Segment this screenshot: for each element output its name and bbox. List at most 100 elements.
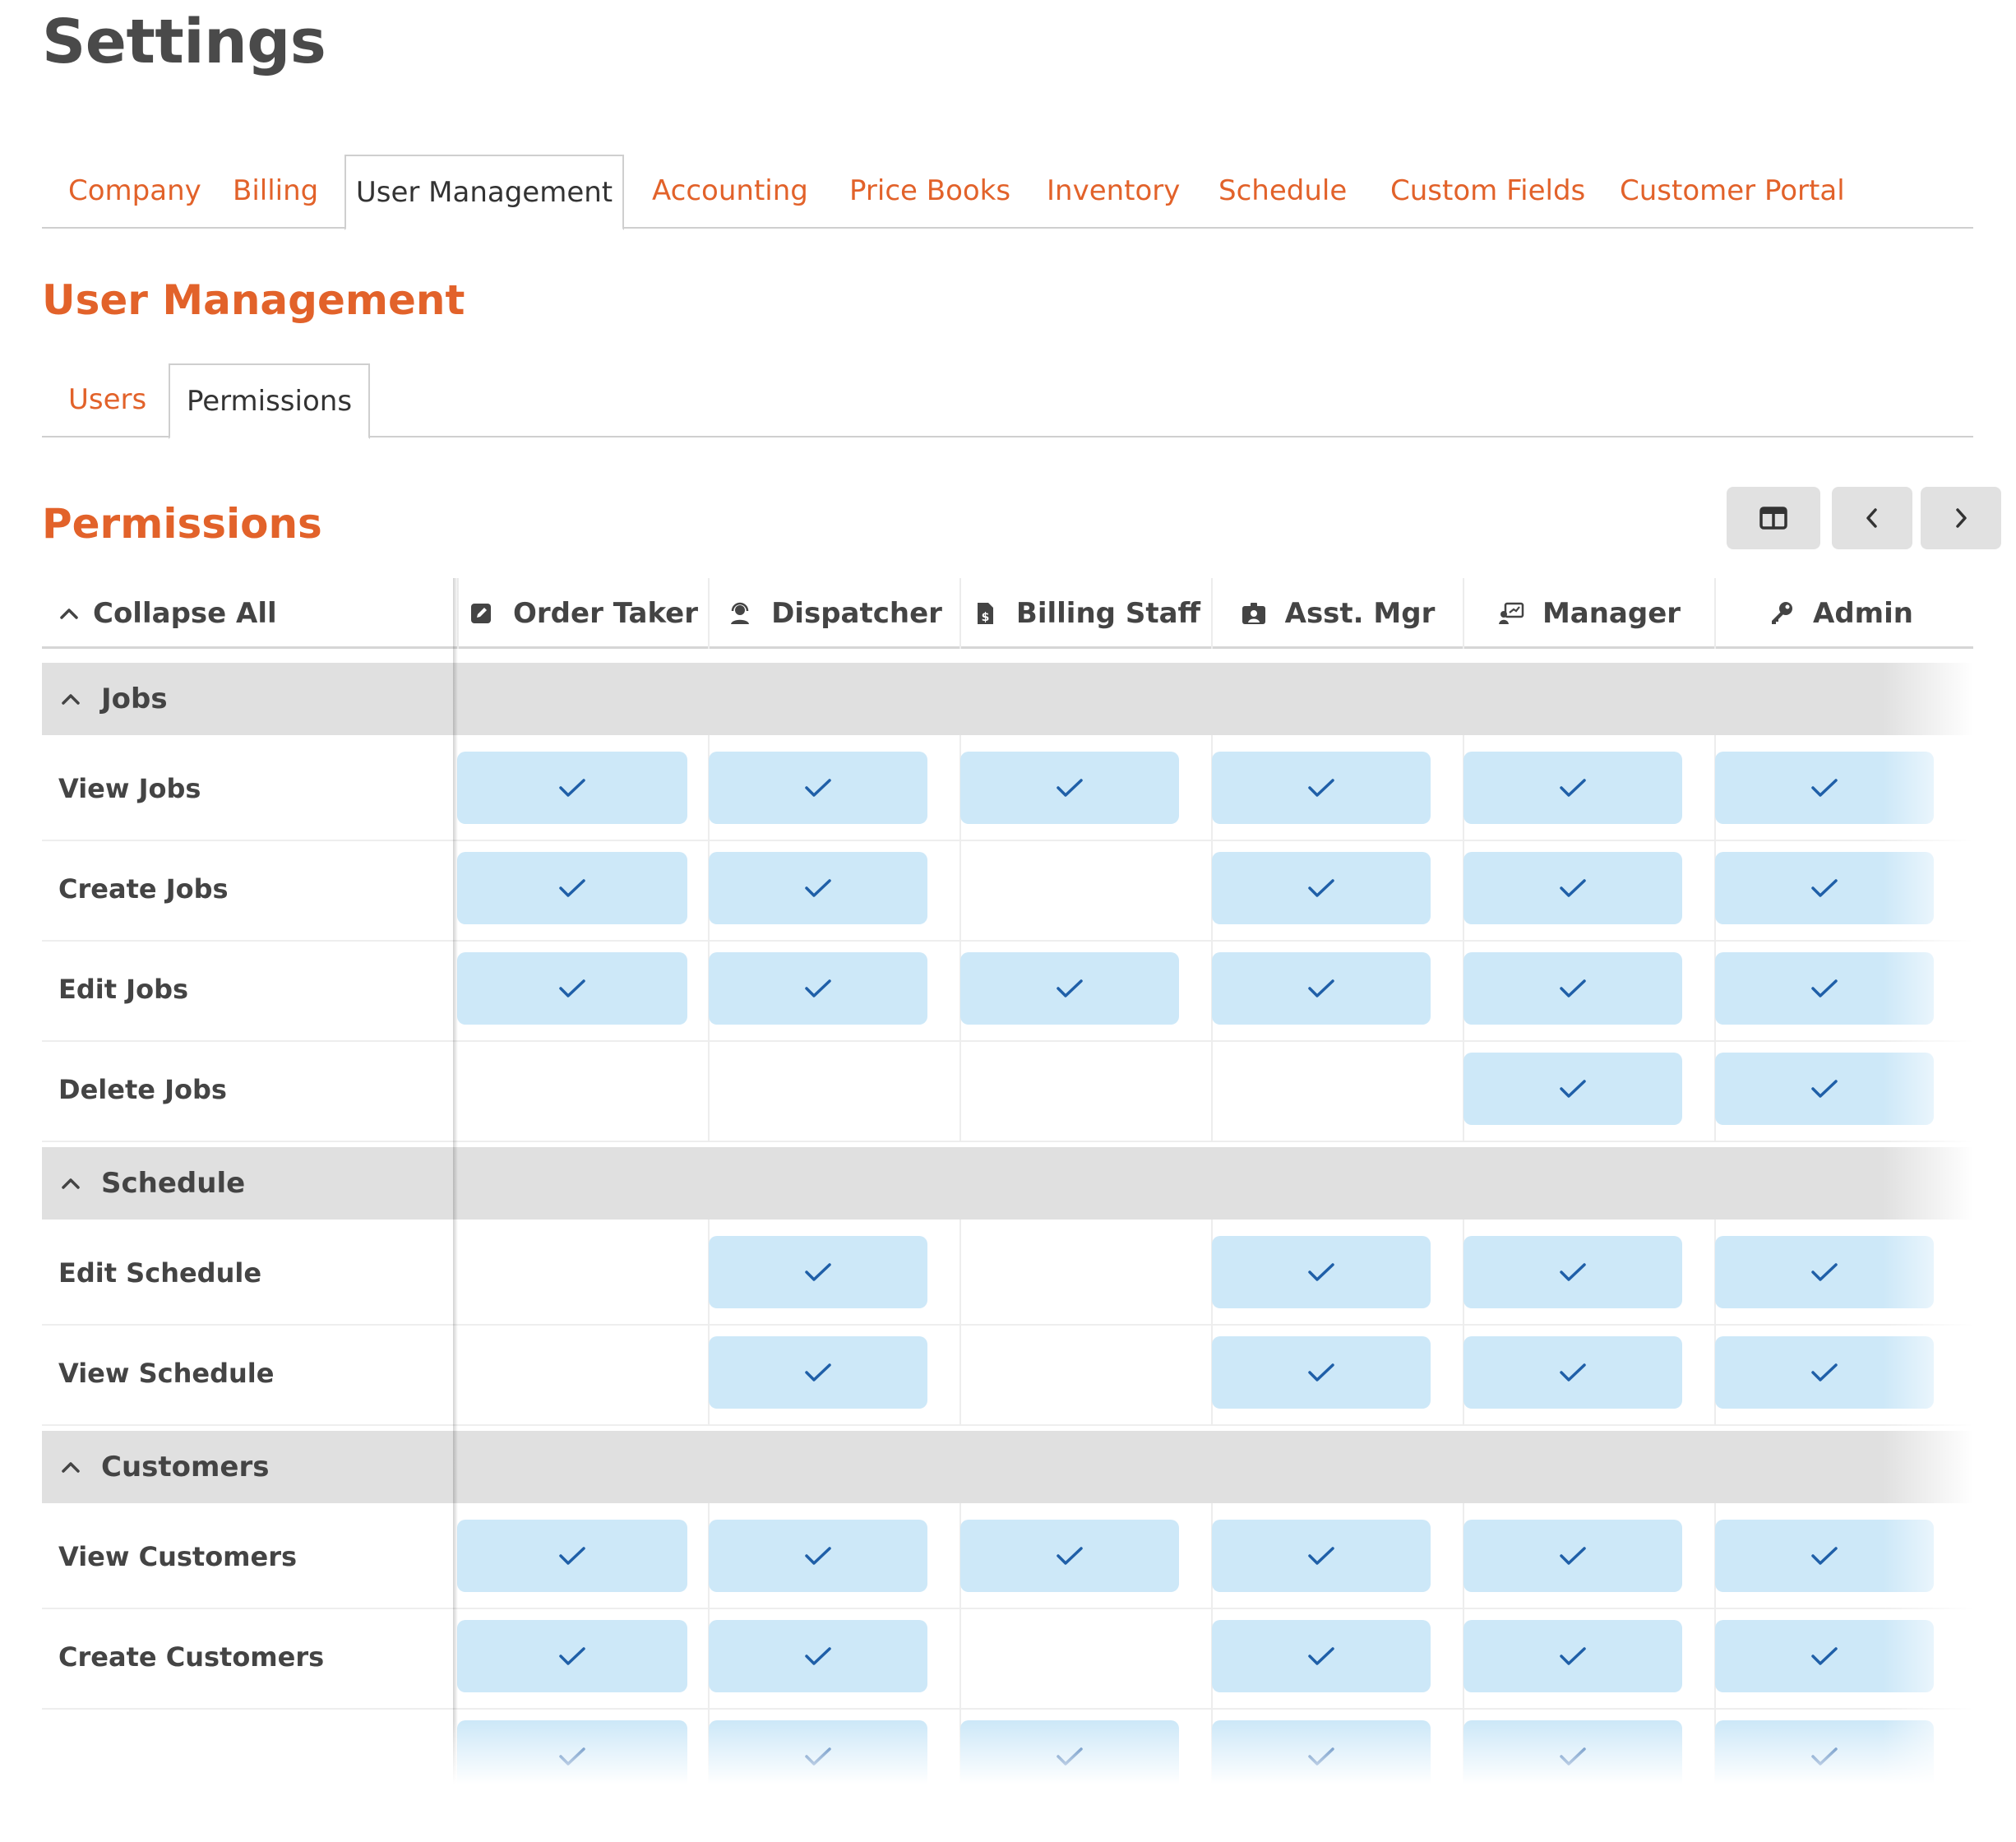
- checkmark-icon: [559, 1547, 585, 1565]
- permission-granted-toggle[interactable]: [1212, 1520, 1431, 1592]
- columns-icon: [1759, 507, 1787, 530]
- checkmark-icon: [1308, 979, 1334, 997]
- permission-granted-toggle[interactable]: [709, 952, 927, 1025]
- permission-granted-toggle[interactable]: [457, 852, 687, 924]
- permission-granted-toggle[interactable]: [457, 952, 687, 1025]
- subtab-permissions[interactable]: Permissions: [169, 363, 370, 439]
- column-divider: [959, 1320, 961, 1426]
- permission-granted-toggle[interactable]: [1463, 1236, 1682, 1308]
- subtab-users[interactable]: Users: [68, 363, 146, 437]
- permission-granted-toggle[interactable]: [457, 1620, 687, 1692]
- column-header-billing-staff[interactable]: $ Billing Staff: [959, 578, 1211, 649]
- tab-billing[interactable]: Billing: [233, 155, 318, 229]
- permission-granted-toggle[interactable]: [1212, 852, 1431, 924]
- permission-row: Edit Schedule: [42, 1220, 1973, 1326]
- permission-row: Create Jobs: [42, 835, 1973, 942]
- permission-granted-toggle[interactable]: [960, 752, 1179, 824]
- permission-granted-toggle[interactable]: [1212, 952, 1431, 1025]
- column-header-label: Manager: [1542, 597, 1681, 630]
- permission-granted-toggle[interactable]: [1715, 1236, 1934, 1308]
- permission-granted-toggle[interactable]: [457, 1520, 687, 1592]
- grid-header-row: Collapse All Order Taker Dispatcher $ Billi…: [42, 578, 1973, 649]
- permission-granted-toggle[interactable]: [1463, 1520, 1682, 1592]
- page-title: Settings: [42, 7, 326, 77]
- checkmark-icon: [1057, 779, 1083, 797]
- tab-price-books[interactable]: Price Books: [849, 155, 1010, 229]
- permission-row: Edit Jobs: [42, 936, 1973, 1042]
- key-icon: [1772, 602, 1793, 624]
- checkmark-icon: [559, 979, 585, 997]
- tab-user-management[interactable]: User Management: [344, 155, 624, 230]
- permission-granted-toggle[interactable]: [1463, 752, 1682, 824]
- permission-label: Create Customers: [58, 1641, 325, 1673]
- permission-granted-toggle[interactable]: [1212, 1336, 1431, 1409]
- permission-granted-toggle[interactable]: [1463, 852, 1682, 924]
- collapse-all-button[interactable]: Collapse All: [58, 578, 277, 649]
- permission-granted-toggle[interactable]: [1463, 1053, 1682, 1125]
- permission-granted-toggle[interactable]: [1463, 952, 1682, 1025]
- permission-granted-toggle[interactable]: [1715, 1620, 1934, 1692]
- permission-granted-toggle[interactable]: [960, 1520, 1179, 1592]
- tab-company[interactable]: Company: [68, 155, 201, 229]
- permission-granted-toggle[interactable]: [457, 752, 687, 824]
- checkmark-icon: [1560, 1080, 1586, 1098]
- column-header-admin[interactable]: Admin: [1714, 578, 1966, 649]
- column-header-asst-mgr[interactable]: Asst. Mgr: [1211, 578, 1463, 649]
- checkmark-icon: [1308, 1263, 1334, 1281]
- checkmark-icon: [1308, 1363, 1334, 1382]
- group-header-customers[interactable]: Customers: [42, 1431, 1973, 1503]
- column-header-order-taker[interactable]: Order Taker: [457, 578, 708, 649]
- permission-granted-toggle[interactable]: [1212, 1236, 1431, 1308]
- permission-label: View Schedule: [58, 1357, 275, 1389]
- previous-columns-button[interactable]: [1832, 487, 1912, 549]
- permission-granted-toggle[interactable]: [709, 852, 927, 924]
- permission-granted-toggle[interactable]: [1463, 1620, 1682, 1692]
- permission-granted-toggle[interactable]: [1715, 1720, 1934, 1793]
- group-header-label: Jobs: [101, 683, 168, 715]
- tab-customer-portal[interactable]: Customer Portal: [1620, 155, 1845, 229]
- permission-row: View Customers: [42, 1503, 1973, 1609]
- permission-granted-toggle[interactable]: [1715, 1053, 1934, 1125]
- checkmark-icon: [1308, 879, 1334, 897]
- permission-granted-toggle[interactable]: [960, 952, 1179, 1025]
- sub-tabbar: Users Permissions: [42, 363, 1973, 439]
- permission-granted-toggle[interactable]: [1715, 852, 1934, 924]
- permissions-grid: Collapse All Order Taker Dispatcher $ Billi…: [42, 578, 1973, 1795]
- permission-label: Delete Jobs: [58, 1073, 227, 1105]
- permission-granted-toggle[interactable]: [1212, 1720, 1431, 1793]
- permission-granted-toggle[interactable]: [1212, 1620, 1431, 1692]
- column-header-dispatcher[interactable]: Dispatcher: [708, 578, 959, 649]
- permission-granted-toggle[interactable]: [1715, 1520, 1934, 1592]
- group-header-jobs[interactable]: Jobs: [42, 663, 1973, 735]
- checkmark-icon: [1560, 1263, 1586, 1281]
- permission-granted-toggle[interactable]: [1715, 952, 1934, 1025]
- checkmark-icon: [1560, 1747, 1586, 1766]
- permission-granted-toggle[interactable]: [709, 752, 927, 824]
- permissions-title: Permissions: [42, 500, 322, 548]
- permission-granted-toggle[interactable]: [1463, 1720, 1682, 1793]
- tab-custom-fields[interactable]: Custom Fields: [1390, 155, 1585, 229]
- permission-label: Edit Jobs: [58, 973, 189, 1005]
- permission-granted-toggle[interactable]: [709, 1620, 927, 1692]
- permission-granted-toggle[interactable]: [1212, 752, 1431, 824]
- column-divider: [959, 1036, 961, 1142]
- permission-granted-toggle[interactable]: [1463, 1336, 1682, 1409]
- checkmark-icon: [1308, 1747, 1334, 1766]
- permission-granted-toggle[interactable]: [1715, 752, 1934, 824]
- permission-granted-toggle[interactable]: [709, 1236, 927, 1308]
- permission-granted-toggle[interactable]: [709, 1336, 927, 1409]
- permission-granted-toggle[interactable]: [709, 1720, 927, 1793]
- tab-inventory[interactable]: Inventory: [1047, 155, 1180, 229]
- columns-toggle-button[interactable]: [1727, 487, 1820, 549]
- permission-granted-toggle[interactable]: [960, 1720, 1179, 1793]
- permission-granted-toggle[interactable]: [1715, 1336, 1934, 1409]
- tab-accounting[interactable]: Accounting: [652, 155, 808, 229]
- permission-granted-toggle[interactable]: [457, 1720, 687, 1793]
- tab-schedule[interactable]: Schedule: [1218, 155, 1347, 229]
- next-columns-button[interactable]: [1921, 487, 2001, 549]
- checkmark-icon: [1811, 1647, 1838, 1665]
- group-header-schedule[interactable]: Schedule: [42, 1147, 1973, 1220]
- column-header-manager[interactable]: Manager: [1463, 578, 1714, 649]
- permission-granted-toggle[interactable]: [709, 1520, 927, 1592]
- column-header-label: Asst. Mgr: [1284, 597, 1436, 630]
